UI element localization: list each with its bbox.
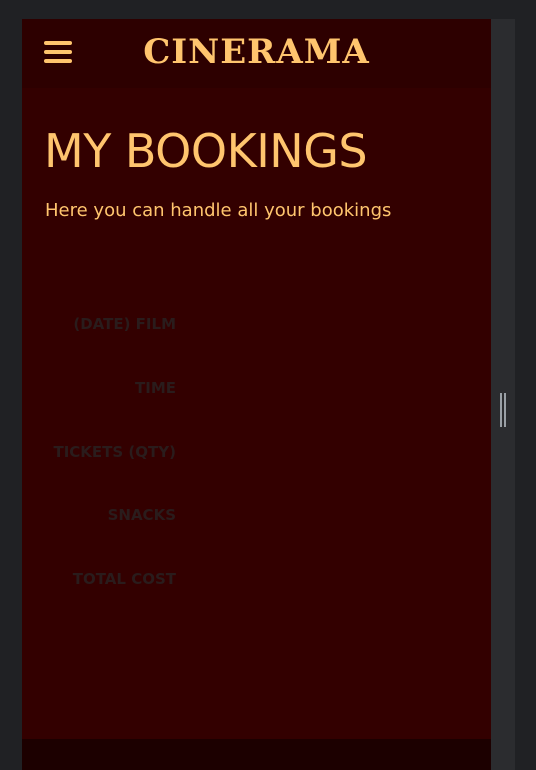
date-film-label: (DATE) FILM — [73, 315, 176, 333]
snacks-label: SNACKS — [107, 506, 176, 524]
tickets-qty-label: TICKETS (QTY) — [53, 443, 176, 461]
resize-handle[interactable] — [498, 393, 508, 427]
site-header: CINERAMA — [22, 19, 491, 88]
page-title: MY BOOKINGS — [44, 124, 368, 178]
total-cost-label: TOTAL COST — [72, 570, 176, 588]
brand-logo[interactable]: CINERAMA — [22, 31, 491, 73]
site-footer — [22, 739, 491, 770]
page-subtitle: Here you can handle all your bookings — [45, 200, 392, 221]
time-label: TIME — [135, 379, 176, 397]
page-viewport: CINERAMA MY BOOKINGS Here you can handle… — [22, 19, 491, 770]
